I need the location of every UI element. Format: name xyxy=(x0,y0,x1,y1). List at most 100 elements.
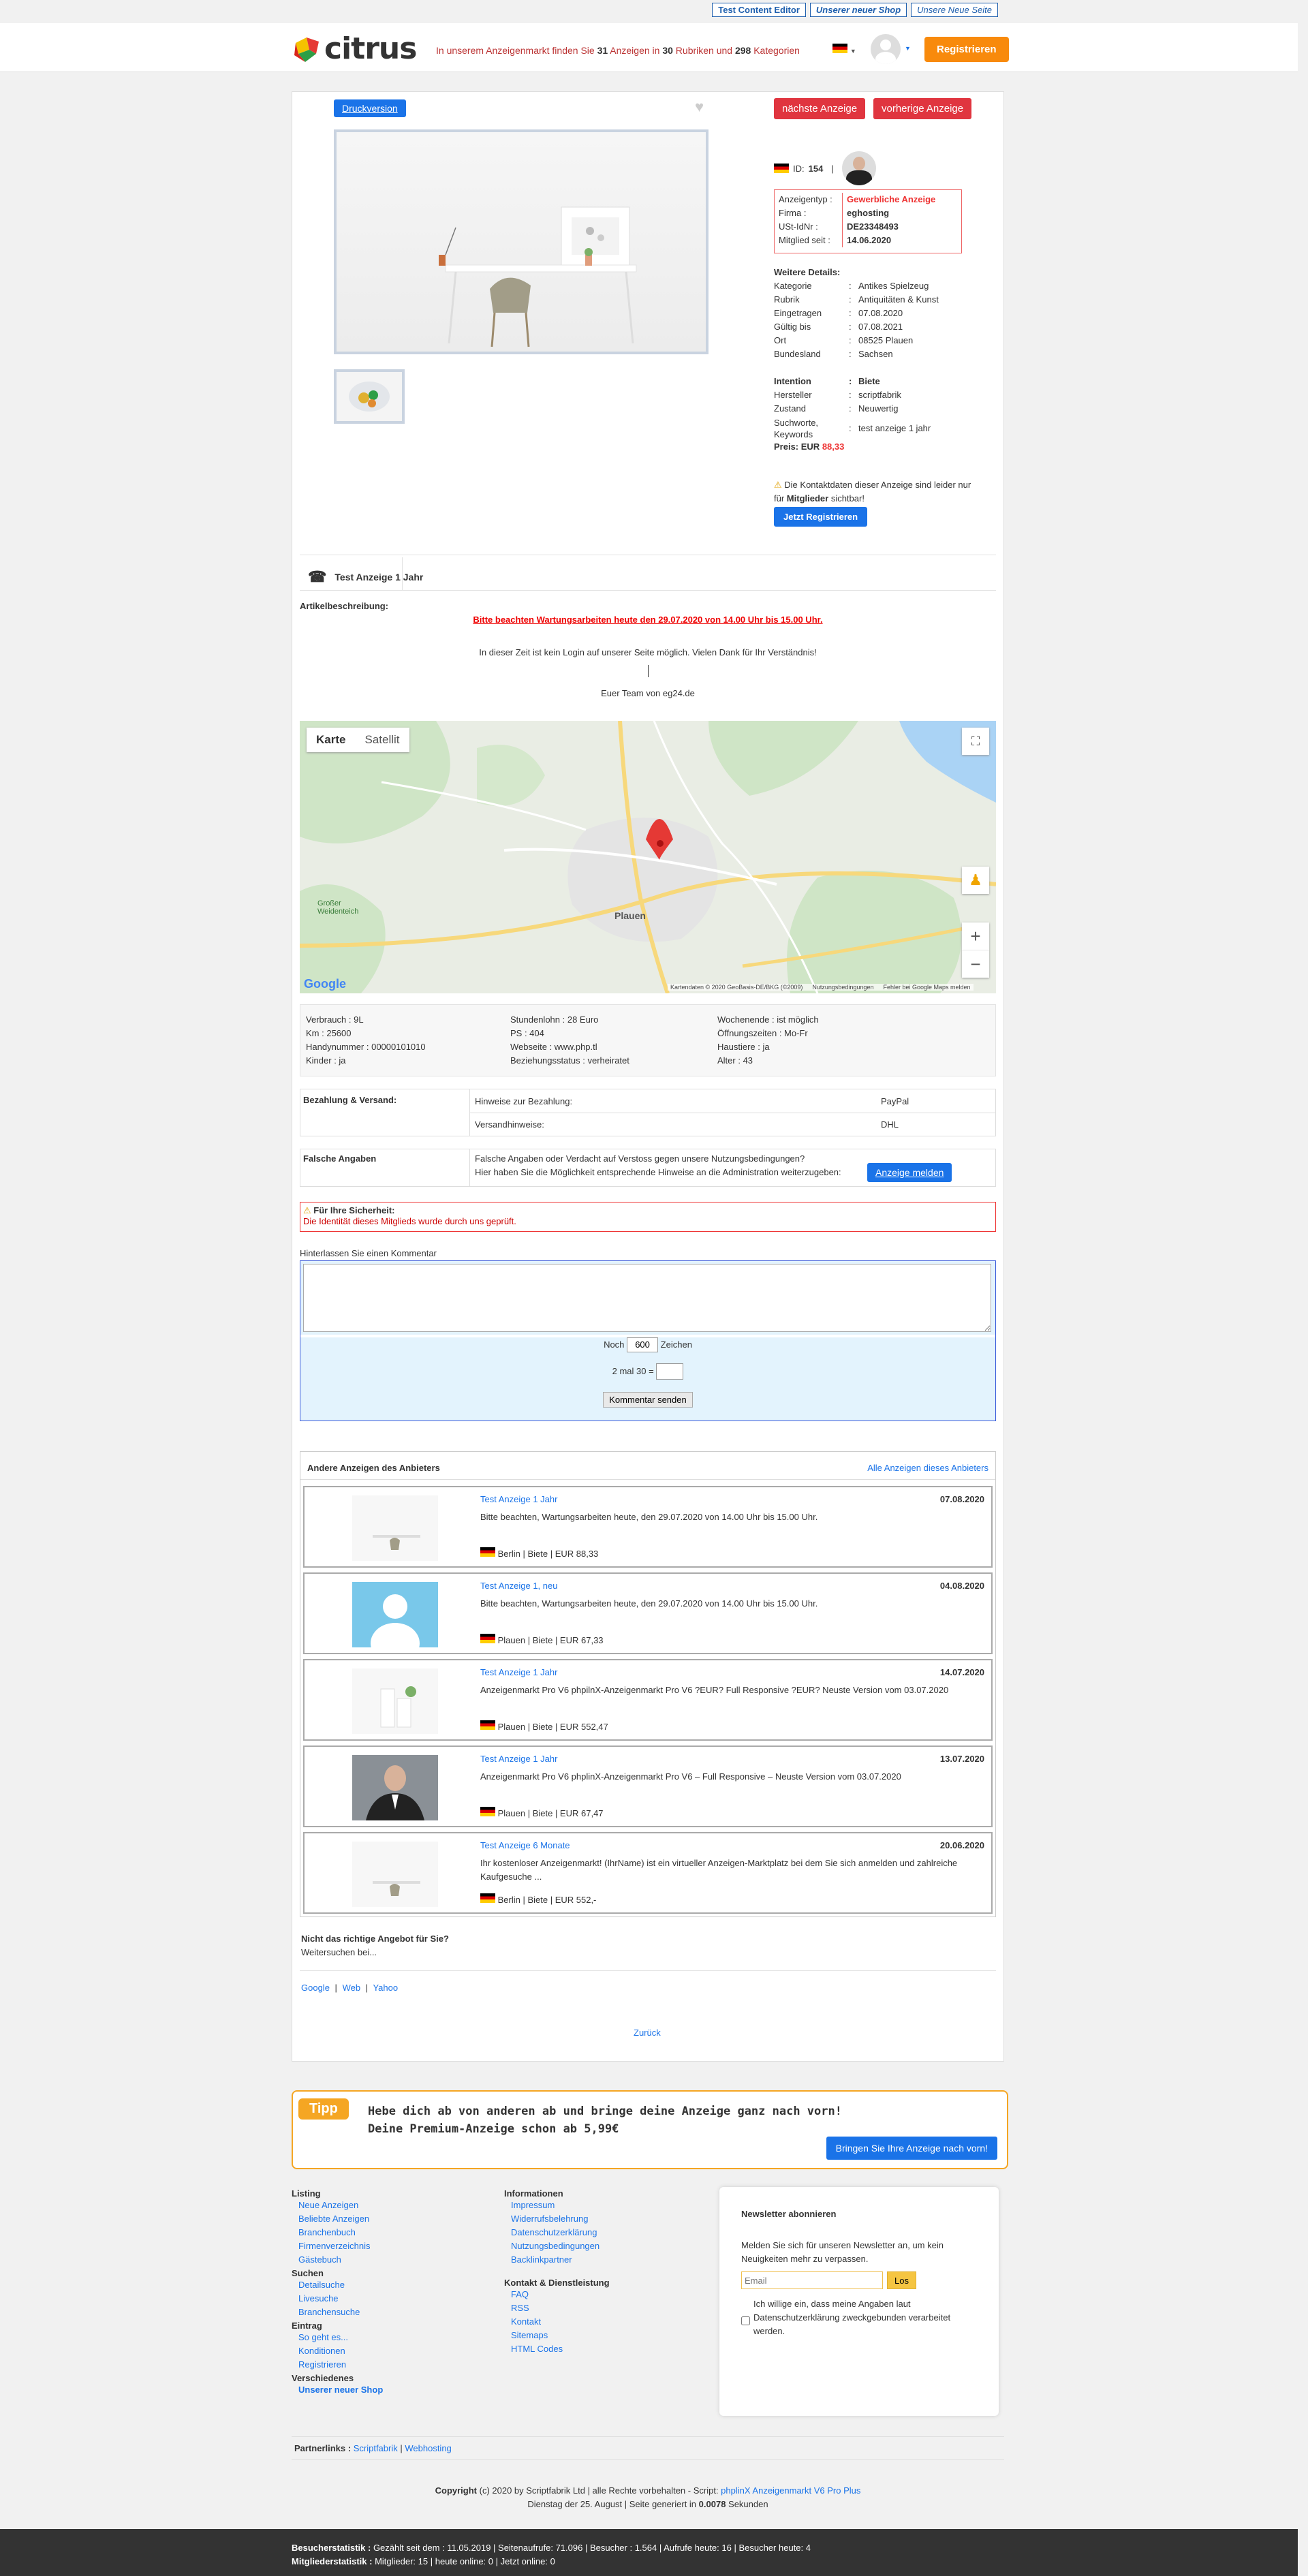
other-ad-title[interactable]: Test Anzeige 1 Jahr xyxy=(480,1667,557,1677)
footer-link[interactable]: Branchenbuch xyxy=(292,2226,496,2239)
comment-textarea[interactable] xyxy=(303,1264,991,1332)
ad-thumbnail[interactable] xyxy=(334,369,405,424)
script-link[interactable]: phplinX Anzeigenmarkt V6 Pro Plus xyxy=(721,2485,860,2496)
all-ads-link[interactable]: Alle Anzeigen dieses Anbieters xyxy=(867,1463,988,1473)
map-tab-satellit[interactable]: Satellit xyxy=(355,728,409,752)
footer-link[interactable]: Registrieren xyxy=(292,2358,496,2372)
yahoo-link[interactable]: Yahoo xyxy=(373,1983,398,1993)
footer-link[interactable]: Detailsuche xyxy=(292,2278,496,2292)
footer-link[interactable]: Neue Anzeigen xyxy=(292,2199,496,2212)
tip-badge: Tipp xyxy=(298,2098,349,2120)
partner-link[interactable]: Scriptfabrik xyxy=(354,2443,398,2453)
top-link-new-site[interactable]: Unsere Neue Seite xyxy=(911,3,998,17)
footer-link[interactable]: Unserer neuer Shop xyxy=(292,2383,496,2397)
other-ad-item[interactable]: Test Anzeige 1 Jahr 13.07.2020 Anzeigenm… xyxy=(303,1745,993,1827)
language-selector[interactable]: ▼ xyxy=(832,44,856,55)
report-ad-button[interactable]: Anzeige melden xyxy=(867,1163,952,1182)
map-tab-karte[interactable]: Karte xyxy=(307,728,355,752)
google-logo[interactable]: Google xyxy=(304,977,346,991)
partner-link[interactable]: Webhosting xyxy=(405,2443,451,2453)
contact-note: ⚠ Die Kontaktdaten dieser Anzeige sind l… xyxy=(774,480,971,503)
web-link[interactable]: Web xyxy=(343,1983,361,1993)
ad-thumb-image xyxy=(352,1582,438,1664)
german-flag-icon xyxy=(480,1807,495,1816)
maintenance-warning: Bitte beachten Wartungsarbeiten heute de… xyxy=(473,615,823,625)
consent-checkbox[interactable] xyxy=(741,2316,750,2325)
site-header: citrus In unserem Anzeigenmarkt finden S… xyxy=(0,23,1298,72)
warning-icon: ⚠ xyxy=(774,480,782,490)
german-flag-icon xyxy=(774,164,789,173)
comment-label: Hinterlassen Sie einen Kommentar xyxy=(300,1248,437,1258)
footer-link[interactable]: Sitemaps xyxy=(504,2329,708,2342)
newsletter-submit-button[interactable]: Los xyxy=(887,2271,916,2289)
map-report-link[interactable]: Fehler bei Google Maps melden xyxy=(883,984,970,991)
other-ad-title[interactable]: Test Anzeige 1 Jahr xyxy=(480,1754,557,1764)
footer-link[interactable]: Konditionen xyxy=(292,2344,496,2358)
other-ad-title[interactable]: Test Anzeige 6 Monate xyxy=(480,1840,570,1850)
not-right-title: Nicht das richtige Angebot für Sie? xyxy=(301,1934,449,1944)
zoom-in-icon[interactable]: + xyxy=(962,922,989,950)
user-avatar-icon[interactable] xyxy=(871,34,901,64)
comment-form: Noch Zeichen 2 mal 30 = Kommentar senden xyxy=(300,1260,996,1421)
captcha-input[interactable] xyxy=(656,1363,684,1380)
google-link[interactable]: Google xyxy=(301,1983,330,1993)
fullscreen-icon[interactable]: ⛶ xyxy=(962,728,989,755)
map-attribution: Kartendaten © 2020 GeoBasis-DE/BKG (©200… xyxy=(668,984,974,991)
ad-main-photo[interactable] xyxy=(334,129,708,354)
premium-button[interactable]: Bringen Sie Ihre Anzeige nach vorn! xyxy=(826,2137,997,2160)
footer-link[interactable]: Firmenverzeichnis xyxy=(292,2239,496,2253)
favorite-heart-icon[interactable]: ♥ xyxy=(695,98,704,116)
footer-link[interactable]: Nutzungsbedingungen xyxy=(504,2239,708,2253)
footer-link[interactable]: Datenschutzerklärung xyxy=(504,2226,708,2239)
footer-link[interactable]: FAQ xyxy=(504,2288,708,2301)
map-terms-link[interactable]: Nutzungsbedingungen xyxy=(812,984,873,991)
german-flag-icon xyxy=(480,1634,495,1643)
ad-type-box: Anzeigentyp : Gewerbliche Anzeige Firma :… xyxy=(774,189,962,253)
details-list: Weitere Details: Kategorie: Antikes Spiel… xyxy=(774,267,939,452)
german-flag-icon xyxy=(480,1547,495,1557)
desc-line2: Euer Team von eg24.de xyxy=(601,688,695,698)
footer-link[interactable]: HTML Codes xyxy=(504,2342,708,2356)
other-ad-title[interactable]: Test Anzeige 1, neu xyxy=(480,1581,557,1591)
footer-link[interactable]: Beliebte Anzeigen xyxy=(292,2212,496,2226)
zoom-out-icon[interactable]: − xyxy=(962,950,989,977)
desc-line1: In dieser Zeit ist kein Login auf unsere… xyxy=(479,647,817,657)
other-ad-item[interactable]: Test Anzeige 1, neu 04.08.2020 Bitte bea… xyxy=(303,1572,993,1664)
street-view-pegman-icon[interactable]: ♟ xyxy=(962,867,989,894)
submit-comment-button[interactable]: Kommentar senden xyxy=(603,1392,693,1408)
user-chevron-icon[interactable]: ▼ xyxy=(905,45,911,52)
map-type-control: Karte Satellit xyxy=(307,728,409,752)
seller-avatar[interactable] xyxy=(841,151,876,185)
footer-link[interactable]: Impressum xyxy=(504,2199,708,2212)
google-map[interactable]: Karte Satellit ⛶ ♟ + − Plauen Großer Wei… xyxy=(300,721,996,993)
register-now-button[interactable]: Jetzt Registrieren xyxy=(774,507,868,527)
back-link[interactable]: Zurück xyxy=(634,2028,661,2038)
other-ad-item[interactable]: Test Anzeige 1 Jahr 14.07.2020 Anzeigenm… xyxy=(303,1659,993,1741)
footer-link[interactable]: Widerrufsbelehrung xyxy=(504,2212,708,2226)
desc-label: Artikelbeschreibung: xyxy=(300,601,389,611)
ad-thumb-image xyxy=(352,1755,438,1820)
footer-link[interactable]: Branchensuche xyxy=(292,2306,496,2319)
register-button[interactable]: Registrieren xyxy=(924,37,1009,62)
footer-link[interactable]: So geht es... xyxy=(292,2331,496,2344)
newsletter-email-input[interactable] xyxy=(741,2271,883,2289)
not-right-sub: Weitersuchen bei... xyxy=(301,1947,377,1957)
footer-link[interactable]: Kontakt xyxy=(504,2315,708,2329)
ad-thumb-image xyxy=(352,1495,438,1561)
other-ad-item[interactable]: Test Anzeige 1 Jahr 07.08.2020 Bitte bea… xyxy=(303,1486,993,1568)
logo[interactable]: citrus xyxy=(292,31,417,66)
chevron-down-icon: ▼ xyxy=(850,48,856,55)
prev-ad-button[interactable]: vorherige Anzeige xyxy=(873,98,972,119)
other-ad-title[interactable]: Test Anzeige 1 Jahr xyxy=(480,1494,557,1504)
next-ad-button[interactable]: nächste Anzeige xyxy=(774,98,866,119)
german-flag-icon xyxy=(480,1720,495,1730)
print-version-button[interactable]: Druckversion xyxy=(334,99,406,117)
footer-link[interactable]: RSS xyxy=(504,2301,708,2315)
top-links: Test Content Editor Unserer neuer Shop U… xyxy=(712,3,998,17)
top-link-content-editor[interactable]: Test Content Editor xyxy=(712,3,806,17)
footer-link[interactable]: Backlinkpartner xyxy=(504,2253,708,2267)
top-link-shop[interactable]: Unserer neuer Shop xyxy=(809,3,907,17)
other-ad-item[interactable]: Test Anzeige 6 Monate 20.06.2020 Ihr kos… xyxy=(303,1832,993,1914)
footer-link[interactable]: Livesuche xyxy=(292,2292,496,2306)
footer-link[interactable]: Gästebuch xyxy=(292,2253,496,2267)
